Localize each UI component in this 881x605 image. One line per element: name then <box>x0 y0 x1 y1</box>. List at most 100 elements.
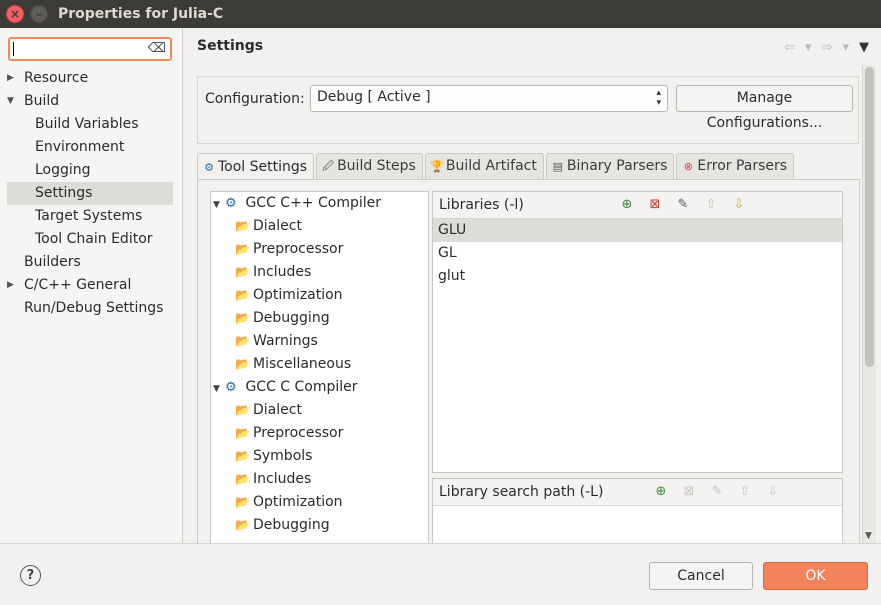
tree-item-includes[interactable]: 📂 Includes <box>235 261 311 284</box>
close-window-button[interactable]: × <box>6 5 24 23</box>
edit-icon[interactable]: ✎ <box>709 484 725 499</box>
tab-error-parsers[interactable]: ⊗ Error Parsers <box>676 153 795 179</box>
sidebar-item-build-variables[interactable]: Build Variables <box>0 113 173 136</box>
tree-item-gcc-c-compiler[interactable]: ▼ ⚙ GCC C Compiler <box>213 376 358 399</box>
ok-button[interactable]: OK <box>763 562 868 590</box>
forward-menu-icon[interactable]: ▾ <box>842 40 849 55</box>
sidebar-item-target-systems[interactable]: Target Systems <box>0 205 173 228</box>
tree-item-optimization[interactable]: 📂 Optimization <box>235 491 343 514</box>
sidebar-item-label: Build Variables <box>35 116 139 132</box>
move-down-icon[interactable]: ⇩ <box>731 197 747 212</box>
libraries-header: Libraries (-l) ⊕ ⊠ ✎ ⇧ ⇩ <box>433 192 842 219</box>
tree-item-label: Includes <box>253 471 312 487</box>
view-menu-icon[interactable]: ▼ <box>859 40 869 55</box>
delete-icon[interactable]: ⊠ <box>647 197 663 212</box>
libraries-title: Libraries (-l) <box>439 197 524 213</box>
minimize-window-button[interactable]: – <box>30 5 48 23</box>
tab-tool-settings[interactable]: ⚙ Tool Settings <box>197 153 315 180</box>
sidebar-item-label: Builders <box>24 254 81 270</box>
configuration-select[interactable]: Debug [ Active ] ▴ ▾ <box>310 85 668 112</box>
sidebar-item-run-debug-settings[interactable]: Run/Debug Settings <box>0 297 173 320</box>
list-item[interactable]: GLU <box>433 219 842 242</box>
tree-item-debugging[interactable]: 📂 Debugging <box>235 307 330 330</box>
tab-label: Build Steps <box>337 158 416 174</box>
tool-tree[interactable]: ▼ ⚙ GCC C++ Compiler 📂 Dialect 📂 Preprocess… <box>210 191 429 544</box>
tab-build-steps[interactable]: 🖉 Build Steps <box>316 153 423 179</box>
gear-icon: ⚙ <box>225 196 237 211</box>
tree-item-includes[interactable]: 📂 Includes <box>235 468 311 491</box>
folder-icon: 📂 <box>235 449 250 463</box>
tree-item-symbols[interactable]: 📂 Symbols <box>235 445 312 468</box>
library-search-path-toolbar: ⊕ ⊠ ✎ ⇧ ⇩ <box>653 484 781 499</box>
tool-settings-panel: ▼ ⚙ GCC C++ Compiler 📂 Dialect 📂 Preprocess… <box>197 179 860 544</box>
folder-icon: 📂 <box>235 219 250 233</box>
tab-build-artifact[interactable]: 🏆 Build Artifact <box>424 153 544 179</box>
sidebar-item-label: Resource <box>24 70 89 86</box>
tree-item-label: GCC C Compiler <box>245 379 358 395</box>
sidebar-item-resource[interactable]: ▶ Resource <box>0 67 173 90</box>
collapse-arrow-icon[interactable]: ▼ <box>213 194 225 217</box>
minimize-icon: – <box>36 7 42 21</box>
move-up-icon[interactable]: ⇧ <box>737 484 753 499</box>
manage-configurations-button[interactable]: Manage Configurations... <box>676 85 853 131</box>
tree-item-label: Debugging <box>253 310 330 326</box>
expand-arrow-icon[interactable]: ▶ <box>7 274 14 297</box>
sidebar-item-label: Settings <box>35 185 93 201</box>
folder-icon: 📂 <box>235 334 250 348</box>
move-up-icon[interactable]: ⇧ <box>703 197 719 212</box>
tree-item-label: Debugging <box>253 517 330 533</box>
tree-item-preprocessor[interactable]: 📂 Preprocessor <box>235 422 343 445</box>
sidebar-item-build[interactable]: ▼ Build <box>0 90 173 113</box>
sidebar-item-builders[interactable]: Builders <box>0 251 173 274</box>
tree-item-label: GCC C++ Compiler <box>245 195 382 211</box>
help-icon[interactable]: ? <box>20 565 41 586</box>
sidebar-item-environment[interactable]: Environment <box>0 136 173 159</box>
sidebar-item-tool-chain-editor[interactable]: Tool Chain Editor <box>0 228 173 251</box>
library-search-path-title: Library search path (-L) <box>439 484 604 500</box>
sidebar-item-cc-general[interactable]: ▶ C/C++ General <box>0 274 173 297</box>
add-icon[interactable]: ⊕ <box>619 197 635 212</box>
scrollbar-thumb[interactable] <box>865 67 874 367</box>
tree-item-optimization[interactable]: 📂 Optimization <box>235 284 343 307</box>
tree-item-label: Includes <box>253 264 312 280</box>
delete-icon[interactable]: ⊠ <box>681 484 697 499</box>
move-down-icon[interactable]: ⇩ <box>765 484 781 499</box>
collapse-arrow-icon[interactable]: ▼ <box>7 90 14 113</box>
add-icon[interactable]: ⊕ <box>653 484 669 499</box>
sidebar-item-settings[interactable]: Settings <box>7 182 173 205</box>
forward-arrow-icon[interactable]: ⇨ <box>822 40 833 55</box>
collapse-arrow-icon[interactable]: ▼ <box>213 378 225 401</box>
scroll-down-icon[interactable]: ▼ <box>865 531 872 541</box>
clear-filter-icon[interactable]: ⌫ <box>148 41 166 56</box>
tree-item-label: Optimization <box>253 494 343 510</box>
cancel-button[interactable]: Cancel <box>649 562 753 590</box>
list-item[interactable]: GL <box>433 242 842 265</box>
title-bar: × – Properties for Julia-C <box>0 0 881 28</box>
folder-icon: 📂 <box>235 495 250 509</box>
list-item[interactable]: glut <box>433 265 842 288</box>
tree-item-preprocessor[interactable]: 📂 Preprocessor <box>235 238 343 261</box>
tree-item-debugging[interactable]: 📂 Debugging <box>235 514 330 537</box>
vertical-scrollbar[interactable]: ▼ <box>862 65 876 543</box>
sidebar-item-logging[interactable]: Logging <box>0 159 173 182</box>
trophy-icon: 🏆 <box>429 160 444 173</box>
edit-icon[interactable]: ✎ <box>675 197 691 212</box>
tree-item-dialect[interactable]: 📂 Dialect <box>235 399 302 422</box>
tree-item-gcc-cpp-compiler[interactable]: ▼ ⚙ GCC C++ Compiler <box>213 192 381 215</box>
folder-icon: 📂 <box>235 242 250 256</box>
page-navigation: ⇦ ▾ ⇨ ▾ ▼ <box>784 40 869 55</box>
tree-item-label: Miscellaneous <box>253 356 352 372</box>
tab-label: Binary Parsers <box>566 158 668 174</box>
back-menu-icon[interactable]: ▾ <box>805 40 812 55</box>
tree-item-warnings[interactable]: 📂 Warnings <box>235 330 318 353</box>
tree-item-dialect[interactable]: 📂 Dialect <box>235 215 302 238</box>
library-search-path-list: Library search path (-L) ⊕ ⊠ ✎ ⇧ ⇩ <box>432 478 843 544</box>
tab-label: Tool Settings <box>218 158 308 175</box>
back-arrow-icon[interactable]: ⇦ <box>784 40 795 55</box>
filter-input[interactable]: ⌫ <box>8 37 172 61</box>
library-search-path-header: Library search path (-L) ⊕ ⊠ ✎ ⇧ ⇩ <box>433 479 842 506</box>
tab-binary-parsers[interactable]: ▤ Binary Parsers <box>545 153 675 179</box>
expand-arrow-icon[interactable]: ▶ <box>7 67 14 90</box>
window-title: Properties for Julia-C <box>58 6 224 22</box>
tree-item-miscellaneous[interactable]: 📂 Miscellaneous <box>235 353 351 376</box>
